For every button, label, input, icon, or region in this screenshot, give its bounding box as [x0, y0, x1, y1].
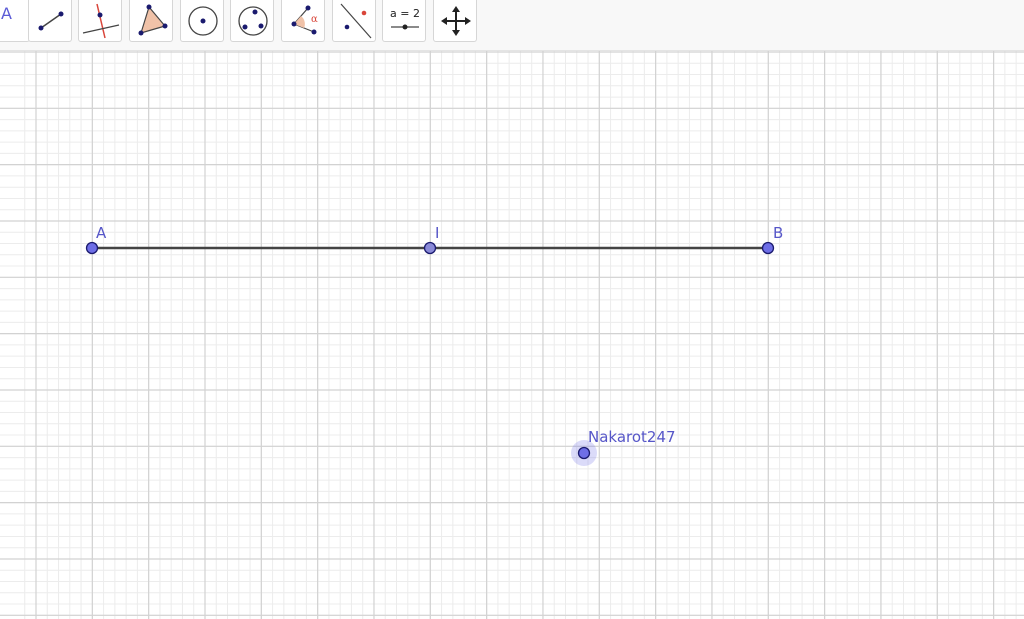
point-b-label: B: [773, 224, 783, 242]
polygon-icon: [138, 4, 168, 36]
point-b[interactable]: [761, 241, 775, 255]
point-nakarot247-label: Nakarot247: [588, 428, 676, 446]
line-tool[interactable]: [28, 0, 72, 42]
grid: [0, 51, 1024, 619]
toolbar: A α a = 2: [0, 0, 1024, 51]
point-i-label: I: [435, 224, 439, 242]
graphics-view[interactable]: A I B Nakarot247: [0, 51, 1024, 619]
circle-three-points-tool[interactable]: [230, 0, 274, 42]
slider-tool[interactable]: a = 2: [382, 0, 426, 42]
point-a-label: A: [96, 224, 107, 242]
angle-tool[interactable]: α: [281, 0, 325, 42]
line-icon: [38, 11, 64, 31]
perpendicular-tool[interactable]: [78, 0, 122, 42]
angle-icon: α: [291, 5, 318, 35]
move-tool-label: A: [1, 4, 12, 23]
circle-center-tool[interactable]: [180, 0, 224, 42]
point-a[interactable]: [85, 241, 99, 255]
slider-icon: [391, 24, 419, 30]
reflect-tool[interactable]: [332, 0, 376, 42]
move-tool[interactable]: A: [0, 0, 30, 42]
move-graphics-tool[interactable]: [433, 0, 477, 42]
point-nakarot247[interactable]: [577, 446, 591, 460]
polygon-tool[interactable]: [129, 0, 173, 42]
circle-three-points-icon: [238, 6, 268, 36]
point-i[interactable]: [423, 241, 437, 255]
reflect-about-line-icon: [340, 3, 372, 39]
move-arrows-icon: [441, 6, 471, 36]
angle-tool-label: α: [311, 14, 318, 25]
circle-center-icon: [188, 6, 218, 36]
perpendicular-line-icon: [82, 3, 120, 39]
